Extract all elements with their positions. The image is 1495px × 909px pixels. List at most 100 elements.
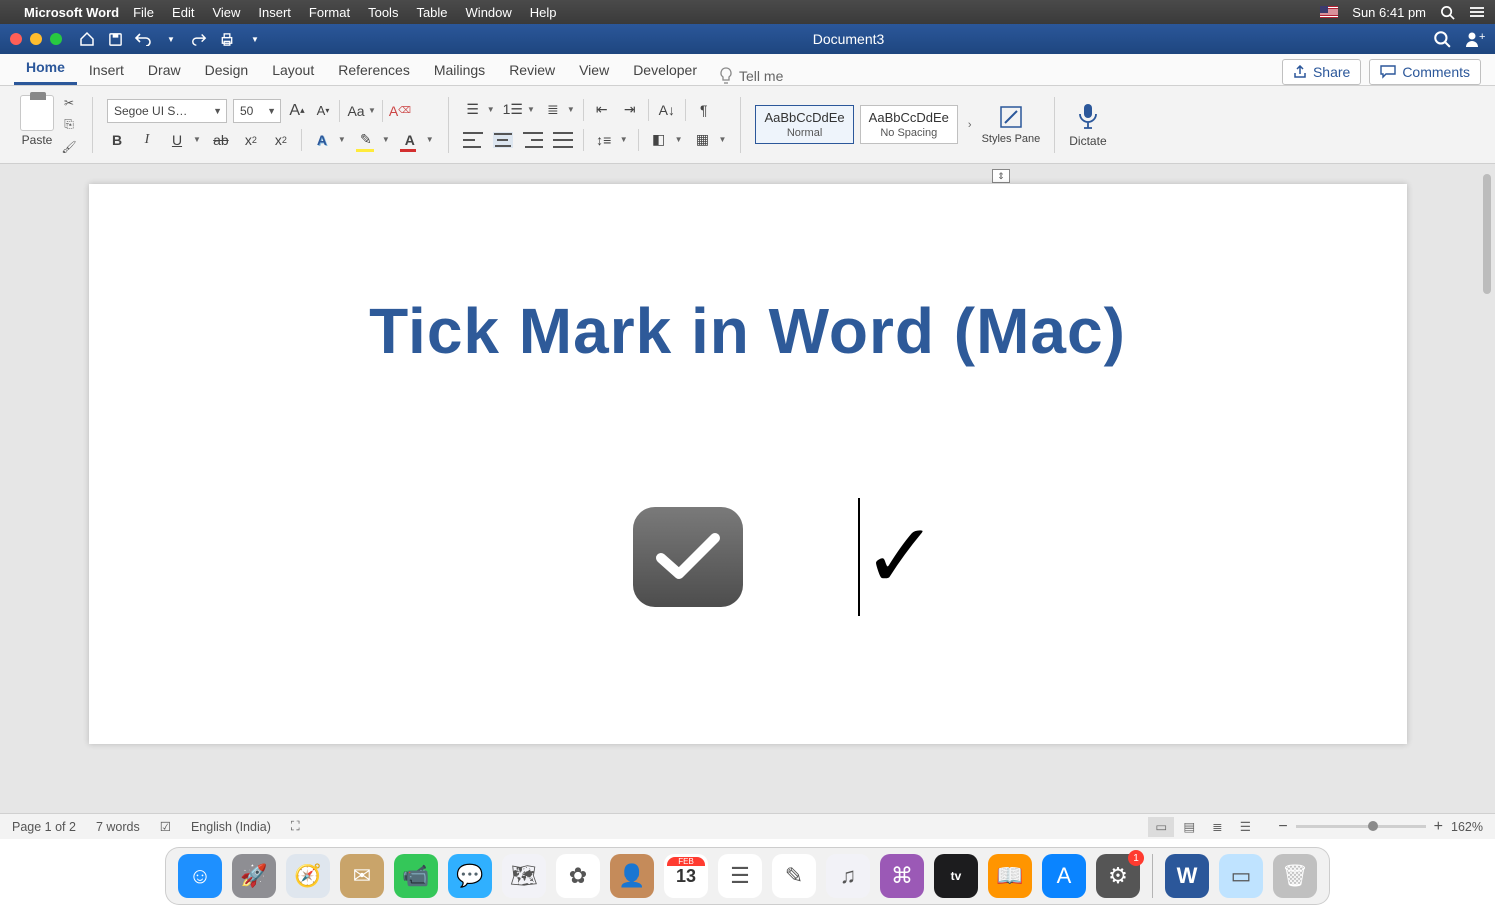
minimize-window-button[interactable] — [30, 33, 42, 45]
tab-view[interactable]: View — [567, 56, 621, 85]
chevron-down-icon[interactable]: ▼ — [487, 105, 495, 114]
dock-app-word[interactable]: W — [1165, 854, 1209, 898]
menubar-clock[interactable]: Sun 6:41 pm — [1352, 5, 1426, 20]
subscript-button[interactable]: x2 — [241, 130, 261, 150]
print-layout-view-icon[interactable]: ▭ — [1148, 817, 1174, 837]
font-name-select[interactable]: Segoe UI S…▼ — [107, 99, 227, 123]
redo-icon[interactable] — [190, 30, 208, 48]
tell-me-search[interactable]: Tell me — [719, 67, 783, 85]
bullets-icon[interactable]: ☰ — [463, 100, 483, 120]
document-page[interactable]: Tick Mark in Word (Mac) ✓ — [89, 184, 1407, 744]
chevron-down-icon[interactable]: ▼ — [338, 135, 346, 144]
tab-layout[interactable]: Layout — [260, 56, 326, 85]
dock-app-calendar[interactable]: FEB13 — [664, 854, 708, 898]
save-icon[interactable] — [106, 30, 124, 48]
tab-review[interactable]: Review — [497, 56, 567, 85]
chevron-down-icon[interactable]: ▼ — [719, 135, 727, 144]
format-painter-icon[interactable]: 🖌 — [60, 139, 78, 155]
dock-app-mail[interactable]: ✉ — [340, 854, 384, 898]
change-case-icon[interactable]: Aa — [346, 101, 366, 121]
spellcheck-icon[interactable]: ☑ — [160, 819, 171, 834]
dock-app-podcasts[interactable]: ⌘ — [880, 854, 924, 898]
menu-edit[interactable]: Edit — [172, 5, 194, 20]
zoom-in-button[interactable]: + — [1434, 818, 1443, 836]
underline-button[interactable]: U — [167, 130, 187, 150]
read-mode-view-icon[interactable]: ▤ — [1176, 817, 1202, 837]
styles-pane-button[interactable]: Styles Pane — [982, 103, 1041, 145]
menu-table[interactable]: Table — [416, 5, 447, 20]
chevron-down-icon[interactable]: ▼ — [675, 135, 683, 144]
font-color-icon[interactable]: A — [400, 130, 420, 150]
undo-icon[interactable] — [134, 30, 152, 48]
status-word-count[interactable]: 7 words — [96, 820, 140, 834]
account-icon[interactable]: + — [1465, 30, 1485, 48]
dock-app-music[interactable]: ♫ — [826, 854, 870, 898]
menu-file[interactable]: File — [133, 5, 154, 20]
margin-handle-icon[interactable]: ⇕ — [992, 169, 1010, 183]
style-normal[interactable]: AaBbCcDdEe Normal — [755, 105, 853, 144]
highlight-icon[interactable]: ✎ — [356, 130, 376, 150]
align-right-icon[interactable] — [523, 132, 543, 148]
dock-app-safari[interactable]: 🧭 — [286, 854, 330, 898]
menubar-app-name[interactable]: Microsoft Word — [24, 5, 119, 20]
menu-format[interactable]: Format — [309, 5, 350, 20]
close-window-button[interactable] — [10, 33, 22, 45]
spotlight-icon[interactable] — [1440, 5, 1455, 20]
dock-app-finder[interactable]: ☺ — [178, 854, 222, 898]
zoom-slider-knob[interactable] — [1368, 821, 1378, 831]
styles-more-icon[interactable]: › — [968, 119, 972, 131]
zoom-slider[interactable] — [1296, 825, 1426, 828]
dock-app-trash[interactable]: 🗑 — [1273, 854, 1317, 898]
web-layout-view-icon[interactable]: ≣ — [1204, 817, 1230, 837]
text-effects-icon[interactable]: A — [312, 130, 332, 150]
chevron-down-icon[interactable]: ▼ — [193, 135, 201, 144]
chevron-down-icon[interactable]: ▼ — [527, 105, 535, 114]
clear-formatting-icon[interactable]: A⌫ — [389, 101, 411, 121]
dock-app-settings[interactable]: ⚙ — [1096, 854, 1140, 898]
shrink-font-icon[interactable]: A▾ — [313, 101, 333, 121]
dock-app-messages[interactable]: 💬 — [448, 854, 492, 898]
dock-app-reminders[interactable]: ☰ — [718, 854, 762, 898]
maximize-window-button[interactable] — [50, 33, 62, 45]
chevron-down-icon[interactable]: ▼ — [368, 106, 376, 115]
multilevel-list-icon[interactable]: ≣ — [543, 100, 563, 120]
status-language[interactable]: English (India) — [191, 820, 271, 834]
tab-insert[interactable]: Insert — [77, 56, 136, 85]
dock-app-photos[interactable]: ✿ — [556, 854, 600, 898]
comments-button[interactable]: Comments — [1369, 59, 1481, 85]
control-center-icon[interactable] — [1469, 5, 1485, 19]
font-size-select[interactable]: 50▼ — [233, 99, 281, 123]
outline-view-icon[interactable]: ☰ — [1232, 817, 1258, 837]
tab-mailings[interactable]: Mailings — [422, 56, 497, 85]
cut-icon[interactable]: ✂ — [60, 95, 78, 111]
chevron-down-icon[interactable]: ▼ — [426, 135, 434, 144]
grow-font-icon[interactable]: A▴ — [287, 101, 307, 121]
style-no-spacing[interactable]: AaBbCcDdEe No Spacing — [860, 105, 958, 144]
tab-home[interactable]: Home — [14, 53, 77, 85]
numbering-icon[interactable]: 1☰ — [503, 100, 523, 120]
decrease-indent-icon[interactable]: ⇤ — [592, 100, 612, 120]
zoom-out-button[interactable]: − — [1278, 818, 1287, 836]
zoom-value[interactable]: 162% — [1451, 820, 1483, 834]
menu-view[interactable]: View — [212, 5, 240, 20]
dock-app-contacts[interactable]: 👤 — [610, 854, 654, 898]
dock-app-notes[interactable]: ✎ — [772, 854, 816, 898]
status-page[interactable]: Page 1 of 2 — [12, 820, 76, 834]
show-marks-icon[interactable]: ¶ — [694, 100, 714, 120]
home-icon[interactable] — [78, 30, 96, 48]
dock-app-launchpad[interactable]: 🚀 — [232, 854, 276, 898]
dock-app-appletv[interactable]: tv — [934, 854, 978, 898]
bold-button[interactable]: B — [107, 130, 127, 150]
scrollbar-thumb[interactable] — [1483, 174, 1491, 294]
document-area[interactable]: ⇕ Tick Mark in Word (Mac) ✓ — [0, 164, 1495, 813]
strikethrough-button[interactable]: ab — [211, 130, 231, 150]
dock-app-facetime[interactable]: 📹 — [394, 854, 438, 898]
menu-tools[interactable]: Tools — [368, 5, 398, 20]
italic-button[interactable]: I — [137, 130, 157, 150]
shading-icon[interactable]: ◧ — [649, 130, 669, 150]
dock-app-desktop[interactable]: ▭ — [1219, 854, 1263, 898]
dock-app-maps[interactable]: 🗺 — [502, 854, 546, 898]
dock-app-books[interactable]: 📖 — [988, 854, 1032, 898]
dictate-button[interactable]: Dictate — [1059, 86, 1116, 163]
share-button[interactable]: Share — [1282, 59, 1361, 85]
